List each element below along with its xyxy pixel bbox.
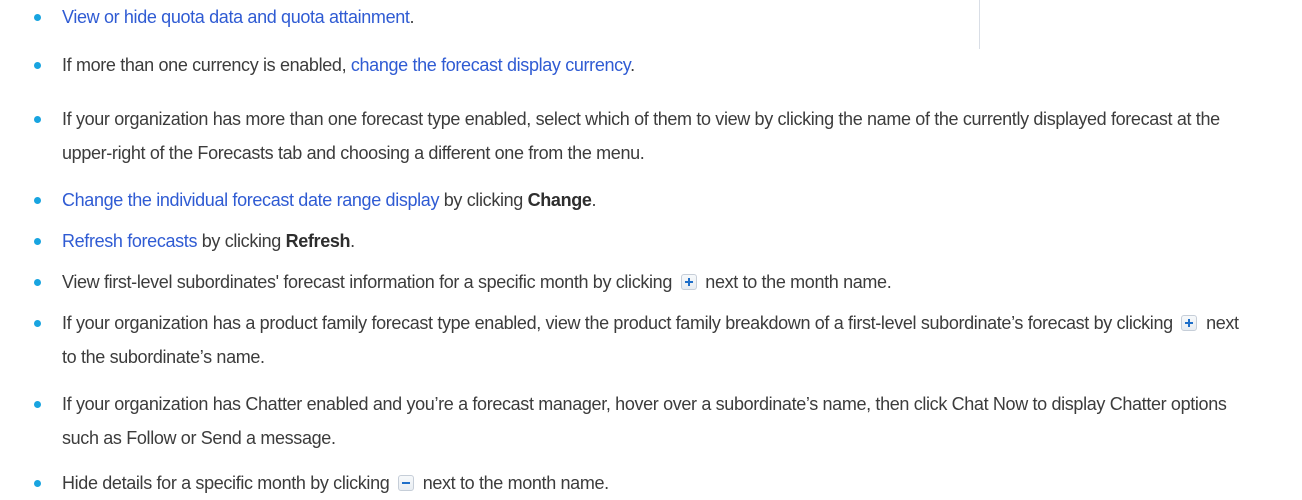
list-item-text: Change the individual forecast date rang… — [62, 183, 1257, 217]
expand-plus-icon — [680, 274, 697, 290]
list-item-leading-text: View first-level subordinates' forecast … — [62, 272, 677, 292]
refresh-forecasts-link[interactable]: Refresh forecasts — [62, 231, 197, 251]
bullet-dot — [34, 320, 41, 327]
bullet-dot — [34, 480, 41, 487]
list-item-trailing-text: . — [591, 190, 597, 210]
change-button-label: Change — [527, 190, 592, 210]
bullet-dot — [34, 279, 41, 286]
list-item-text: If your organization has Chatter enabled… — [62, 394, 1227, 448]
list-item-trailing-text: . — [350, 231, 355, 251]
list-item-text: If your organization has a product famil… — [62, 306, 1257, 374]
bullet-dot — [34, 238, 41, 245]
list-item-text: View or hide quota data and quota attain… — [62, 0, 1257, 34]
list-item-text: Refresh forecasts by clicking Refresh. — [62, 224, 1257, 258]
list-item-middle-text: by clicking — [439, 190, 528, 210]
date-range-link[interactable]: Change the individual forecast date rang… — [62, 190, 439, 210]
bullet-dot — [34, 62, 41, 69]
bullet-dot — [34, 401, 41, 408]
bullet-dot — [34, 197, 41, 204]
bullet-dot — [34, 14, 41, 21]
list-item-leading-text: If more than one currency is enabled, — [62, 55, 351, 75]
refresh-button-label: Refresh — [285, 231, 351, 251]
list-item-middle-text: by clicking — [197, 231, 286, 251]
list-item-leading-text: Hide details for a specific month by cli… — [62, 473, 395, 493]
list-item-text: View first-level subordinates' forecast … — [62, 265, 1257, 299]
list-item-text: If more than one currency is enabled, ch… — [62, 48, 1257, 82]
list-item-trailing-text: next to the month name. — [418, 473, 609, 493]
list-item-trailing-text: next to the month name. — [700, 272, 892, 292]
display-currency-link[interactable]: change the forecast display currency — [351, 55, 631, 75]
quota-data-link[interactable]: View or hide quota data and quota attain… — [62, 7, 410, 27]
expand-plus-icon — [1181, 315, 1198, 331]
list-item-leading-text: If your organization has a product famil… — [62, 313, 1178, 333]
list-item-text: If your organization has more than one f… — [62, 109, 1220, 163]
list-item-trailing-text: . — [409, 7, 415, 27]
collapse-minus-icon — [398, 475, 415, 491]
bullet-dot — [34, 116, 41, 123]
list-item-trailing-text: . — [630, 55, 635, 75]
list-item-text: Hide details for a specific month by cli… — [62, 466, 1257, 500]
